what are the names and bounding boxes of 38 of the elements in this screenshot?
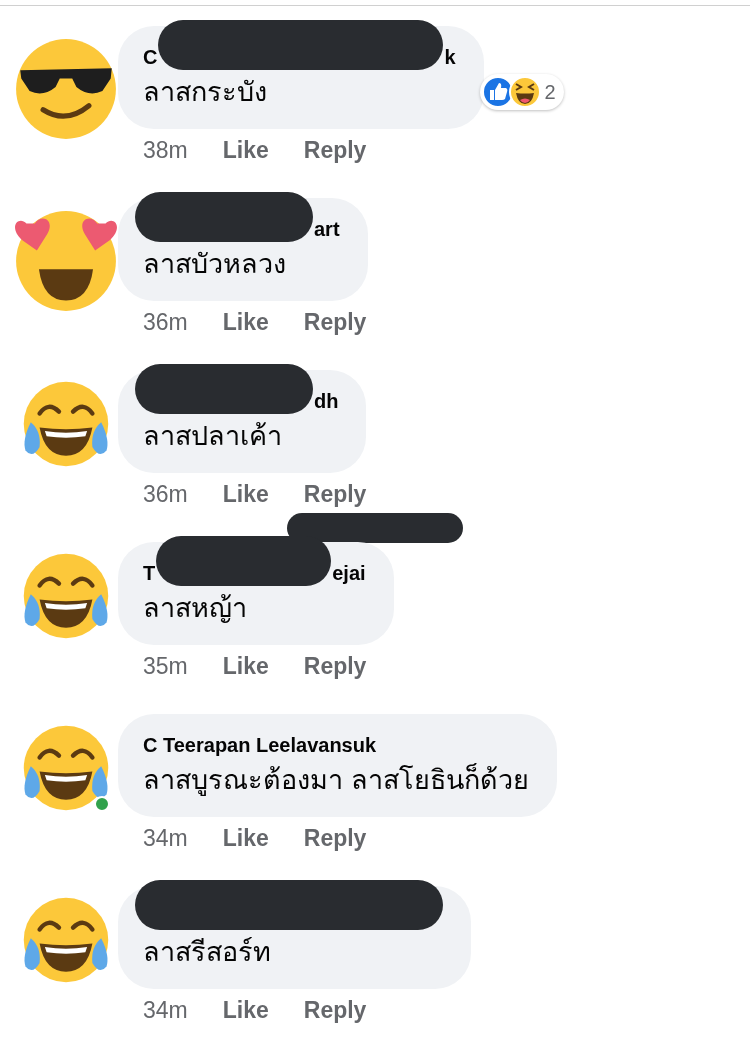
like-link[interactable]: Like [222, 993, 269, 1028]
emoji-avatar-icon[interactable] [22, 724, 110, 812]
commenter-name[interactable]: C Teerapan Leelavansuk [143, 730, 377, 760]
commenter-name[interactable]: ejai [332, 558, 366, 588]
commenter-name[interactable]: art [314, 214, 340, 244]
reply-link[interactable]: Reply [303, 821, 367, 856]
comment-time[interactable]: 36m [143, 477, 188, 512]
reaction-badge[interactable]: 2 [480, 74, 564, 110]
comment-text: ลาสรีสอร์ท [143, 936, 272, 969]
emoji-avatar-icon[interactable] [22, 552, 110, 640]
like-link[interactable]: Like [222, 821, 269, 856]
emoji-avatar-icon[interactable] [22, 380, 110, 468]
comment-time[interactable]: 35m [143, 649, 188, 684]
commenter-name[interactable]: T [143, 558, 156, 588]
reply-link[interactable]: Reply [303, 477, 367, 512]
like-link[interactable]: Like [222, 649, 269, 684]
like-link[interactable]: Like [222, 305, 269, 340]
comment-time[interactable]: 34m [143, 993, 188, 1028]
comment-text: ลาสบูรณะต้องมา ลาสโยธินก็ด้วย [143, 762, 529, 798]
comment-text: ลาสปลาเค้า [143, 420, 283, 453]
laughing-face-icon [509, 76, 542, 108]
like-link[interactable]: Like [222, 133, 269, 168]
reply-link[interactable]: Reply [303, 993, 367, 1028]
commenter-name[interactable]: k [444, 42, 456, 72]
emoji-avatar-icon[interactable] [22, 896, 110, 984]
comment-text: ลาสบัวหลวง [143, 248, 287, 281]
comment-time[interactable]: 38m [143, 133, 188, 168]
comment-time[interactable]: 36m [143, 305, 188, 340]
comment-text: ลาสกระบัง [143, 76, 268, 109]
comment-time[interactable]: 34m [143, 821, 188, 856]
like-link[interactable]: Like [222, 477, 269, 512]
reply-link[interactable]: Reply [303, 305, 367, 340]
reaction-count: 2 [544, 80, 556, 105]
reply-link[interactable]: Reply [303, 133, 367, 168]
commenter-name[interactable]: dh [314, 386, 339, 416]
commenter-name[interactable]: C [143, 42, 158, 72]
reply-link[interactable]: Reply [303, 649, 367, 684]
comment-text: ลาสหญ้า [143, 592, 248, 625]
